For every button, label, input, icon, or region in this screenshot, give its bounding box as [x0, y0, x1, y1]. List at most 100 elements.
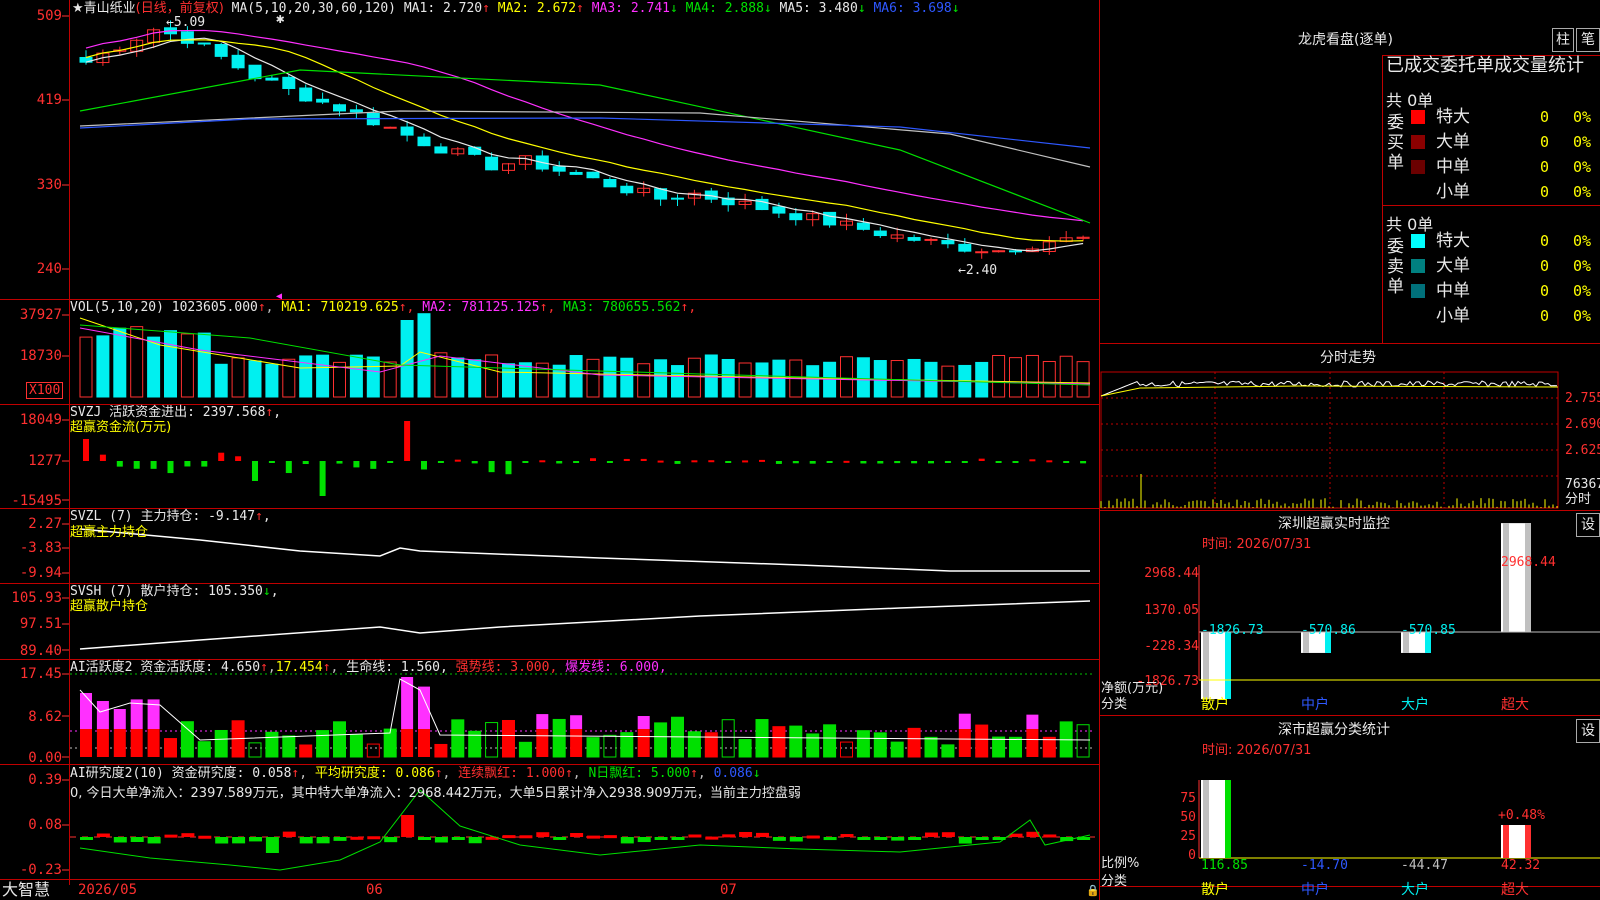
flow-bar: [928, 461, 934, 464]
flow-bar: [826, 461, 833, 463]
flow-bar: [674, 461, 681, 464]
activity-bar: [80, 693, 92, 729]
brand-logo[interactable]: 大智慧: [2, 881, 50, 899]
bar-mode-button[interactable]: 柱: [1552, 28, 1574, 52]
research-bar: [367, 836, 381, 840]
volume-bar: [755, 362, 769, 398]
legend-swatch: [1411, 135, 1425, 149]
research-bar: [857, 837, 871, 840]
research-bar: [434, 837, 448, 843]
research-bar: [925, 832, 938, 837]
flow-bar: [691, 460, 698, 463]
candle-body: [197, 42, 211, 45]
activity-bar: [113, 729, 126, 757]
flow-bar: [1012, 461, 1019, 463]
activity-bar: [873, 732, 887, 758]
activity-bar: [907, 727, 921, 758]
period-label[interactable]: (日线，前复权): [136, 1, 224, 16]
volume-bar: [992, 354, 1006, 398]
ai1-burst: 爆发线: 6.000,: [565, 660, 667, 675]
volume-bar: [383, 361, 397, 398]
research-bar: [705, 836, 719, 840]
stat-bar-shade: [1503, 825, 1509, 858]
candle-body: [958, 243, 972, 252]
intraday-minute-label[interactable]: 分时: [1565, 493, 1591, 507]
research-bar: [418, 837, 431, 840]
ai2-axis-tick: 0.39: [28, 772, 62, 788]
bar-value-label: -44.47: [1401, 858, 1448, 873]
activity-bar: [823, 724, 837, 758]
research-bar: [232, 837, 246, 844]
volume-bar: [1025, 354, 1039, 398]
order-size-label: 中单: [1436, 157, 1470, 177]
activity-bar: [856, 730, 870, 758]
volume-bar: [671, 365, 684, 398]
ai2-last: 0.086: [713, 766, 753, 781]
research-bar: [1043, 834, 1057, 838]
activity-bar: [637, 729, 650, 757]
ai2-header: AI研究度2(10) 资金研究度: 0.058↑, 平均研究度: 0.086↑,…: [70, 766, 761, 781]
research-bar: [823, 837, 837, 841]
szstat-settings-button[interactable]: 设: [1576, 719, 1600, 743]
order-pct: 0%: [1573, 282, 1592, 300]
flow-bar: [708, 460, 715, 463]
flow-bar: [809, 461, 816, 464]
lock-icon[interactable]: 🔒: [1086, 884, 1100, 898]
szmon-settings-button[interactable]: 设: [1576, 513, 1600, 537]
activity-bar: [704, 732, 718, 758]
research-line: [79, 789, 1091, 871]
ai1-life: 生命线: 1.560,: [346, 660, 448, 675]
svzl-axis-tick: 2.27: [28, 516, 62, 532]
research-bar: [96, 833, 110, 837]
szmon-xlabel: 分类: [1101, 697, 1128, 712]
ai1-v2: 17.454: [275, 660, 323, 675]
research-bar: [80, 837, 93, 840]
tick-mode-button[interactable]: 笔: [1576, 28, 1600, 52]
flow-bar: [759, 459, 765, 462]
volume-bar: [924, 361, 938, 398]
flow-bar: [623, 458, 630, 461]
stock-title[interactable]: ★青山纸业: [72, 1, 136, 16]
bar-value-label: 116.85: [1201, 858, 1248, 873]
ma-values: MA1: 2.720↑ MA2: 2.672↑ MA3: 2.741↓ MA4:…: [403, 1, 960, 16]
flow-bar: [421, 461, 427, 470]
svsh-axis-tick: 89.40: [19, 643, 62, 659]
flow-bar: [201, 461, 208, 467]
monitor-bar-shade: [1203, 632, 1209, 699]
research-bar: [587, 835, 600, 839]
candle-body: [333, 104, 346, 112]
szstat-xlabel: 分类: [1101, 874, 1128, 889]
order-count: 0: [1540, 133, 1550, 151]
activity-bar: [772, 726, 786, 758]
vol-ma-values: MA1: 710219.625↑, MA2: 781125.125↑, MA3:…: [281, 300, 697, 315]
svzl-axis-tick: -9.94: [19, 565, 62, 581]
research-bar: [637, 837, 651, 843]
research-bar: [840, 834, 854, 838]
research-bar: [739, 831, 753, 837]
candle-body: [907, 237, 921, 241]
svzl-sub: 超赢主力持仓: [70, 525, 149, 540]
research-bar: [333, 837, 347, 841]
candle-body: [975, 251, 989, 254]
candle-body: [180, 31, 194, 44]
research-bar: [620, 837, 634, 844]
ai1-strong: 强势线: 3.000,: [455, 660, 558, 675]
vol-header: VOL(5,10,20) 1023605.000↑, MA1: 710219.6…: [70, 300, 697, 315]
candle-body: [569, 171, 583, 175]
svsh-axis-tick: 97.51: [19, 616, 62, 632]
szstat-axis-tick: 0: [1188, 848, 1196, 863]
flow-bar: [83, 439, 89, 461]
volume-bar: [451, 357, 465, 398]
volume-bar: [1076, 361, 1090, 398]
activity-bar: [1009, 736, 1022, 758]
research-bar: [147, 837, 161, 844]
volume-bar: [569, 355, 583, 398]
date-label: 06: [366, 882, 383, 898]
activity-bar: [1026, 729, 1039, 757]
svzl-header: SVZL (7) 主力持仓: -9.147↑,: [70, 509, 271, 524]
legend-swatch: [1411, 259, 1425, 273]
activity-bar: [721, 719, 735, 758]
volume-bar: [180, 333, 194, 398]
activity-bar: [1042, 736, 1056, 758]
order-size-label: 特大: [1436, 107, 1470, 127]
